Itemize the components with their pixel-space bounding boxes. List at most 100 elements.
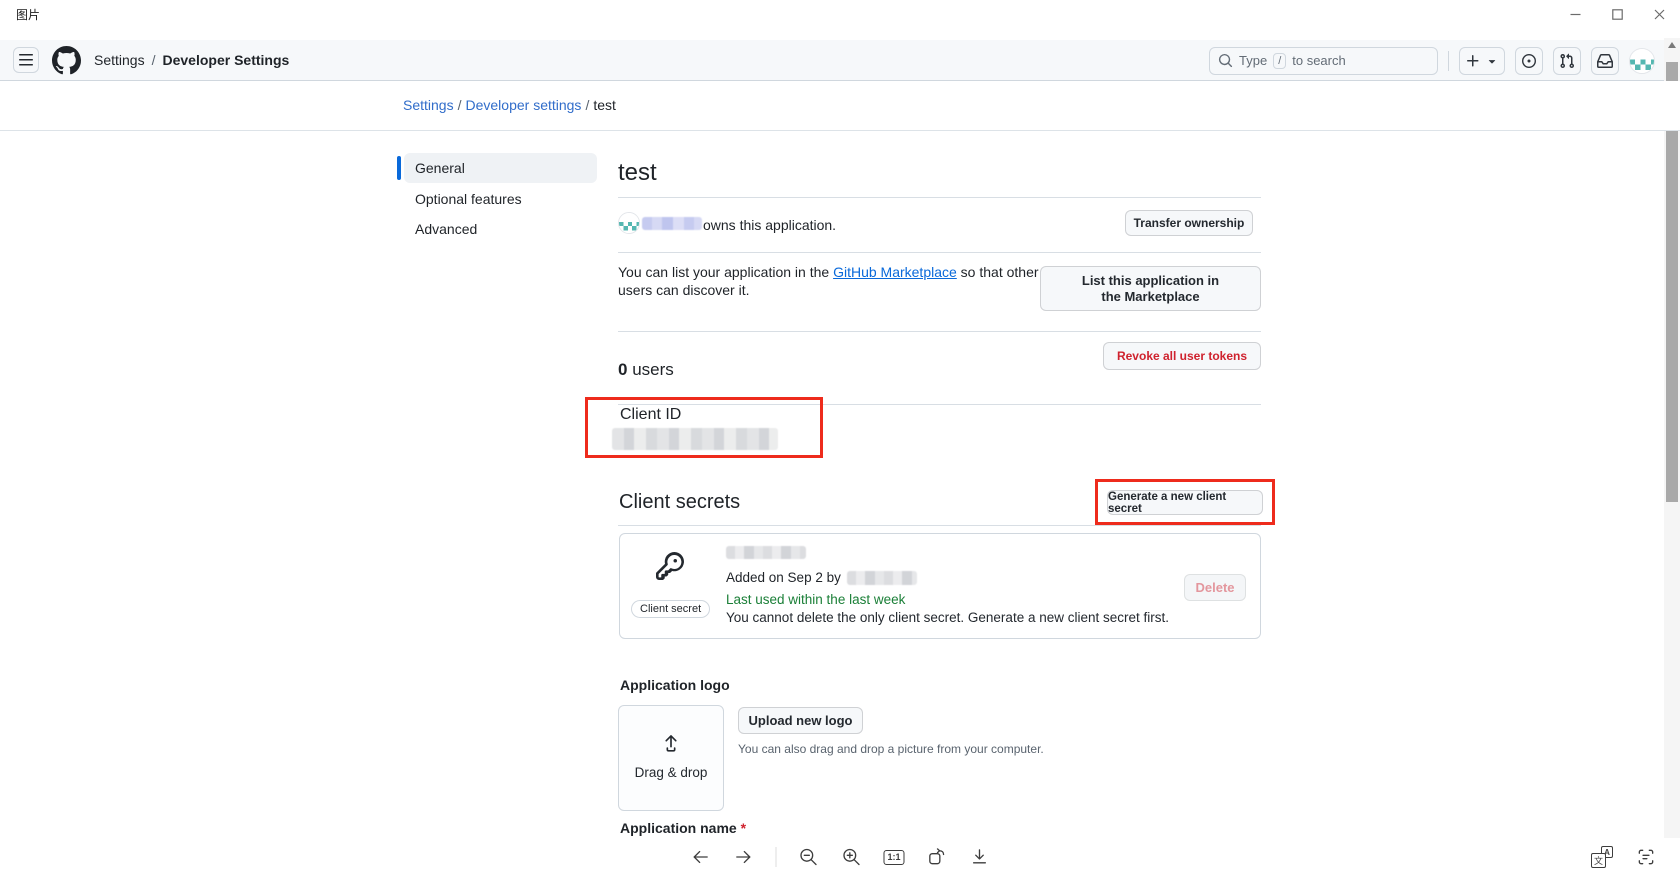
breadcrumb-developer-settings-link[interactable]: Developer settings — [465, 97, 581, 113]
sidebar-item-optional-features[interactable]: Optional features — [397, 184, 597, 214]
zoom-out-button[interactable] — [797, 846, 819, 868]
selected-indicator — [397, 156, 401, 180]
scan-text-icon — [1636, 847, 1656, 867]
divider — [618, 197, 1261, 198]
github-mark-icon — [52, 46, 81, 75]
selected-indicator — [397, 187, 401, 211]
header-breadcrumb: Settings / Developer Settings — [94, 52, 289, 68]
identicon — [619, 213, 640, 234]
marketplace-text: You can list your application in the Git… — [618, 263, 1048, 299]
sidebar-item-general[interactable]: General — [397, 153, 597, 183]
git-pull-request-icon — [1559, 53, 1575, 69]
users-label: users — [627, 360, 673, 379]
client-secret-card: Client secret Added on Sep 2 by Last use… — [619, 533, 1261, 639]
owner-text: owns this application. — [703, 217, 836, 233]
breadcrumb-separator: / — [454, 97, 466, 113]
divider — [618, 331, 1261, 332]
search-placeholder-prefix: Type — [1239, 53, 1267, 68]
secret-delete-note: You cannot delete the only client secret… — [726, 610, 1169, 625]
zoom-in-button[interactable] — [840, 846, 862, 868]
header-breadcrumb-settings[interactable]: Settings — [94, 52, 145, 68]
chevron-down-icon — [1485, 54, 1499, 68]
translate-button[interactable]: A 文 — [1591, 846, 1613, 868]
generate-new-client-secret-button[interactable]: Generate a new client secret — [1107, 490, 1263, 515]
issues-button[interactable] — [1515, 47, 1543, 75]
header-breadcrumb-developer-settings[interactable]: Developer Settings — [162, 52, 289, 68]
application-name-label: Application name * — [620, 820, 746, 836]
slash-keycap: / — [1273, 53, 1286, 69]
previous-image-button[interactable] — [689, 846, 711, 868]
redacted-added-by — [847, 571, 917, 585]
github-logo[interactable] — [52, 46, 81, 75]
image-viewer-window: 图片 Settings / Developer — [0, 0, 1680, 876]
breadcrumb: Settings/Developer settings/test — [403, 97, 616, 113]
divider — [618, 525, 1261, 526]
search-placeholder-suffix: to search — [1292, 53, 1345, 68]
rotate-icon — [927, 847, 947, 867]
list-in-marketplace-button[interactable]: List this application in the Marketplace — [1040, 266, 1261, 311]
inbox-icon — [1597, 53, 1613, 69]
save-download-button[interactable] — [969, 846, 991, 868]
pull-requests-button[interactable] — [1553, 47, 1581, 75]
translate-cjk-icon: 文 — [1591, 853, 1606, 868]
toolbar-divider — [775, 847, 776, 867]
ocr-scan-text-button[interactable] — [1635, 846, 1657, 868]
plus-icon — [1465, 53, 1481, 69]
window-titlebar: 图片 — [0, 0, 1680, 28]
sidebar-item-label: General — [404, 153, 597, 183]
issue-opened-icon — [1521, 53, 1537, 69]
breadcrumb-separator: / — [581, 97, 593, 113]
github-page-screenshot: Settings / Developer Settings Type / to … — [0, 28, 1680, 838]
required-asterisk: * — [741, 820, 746, 836]
key-icon — [656, 552, 684, 580]
client-secret-badge: Client secret — [631, 600, 710, 618]
logo-dropzone[interactable]: Drag & drop — [618, 705, 724, 811]
minimize-icon — [1570, 9, 1581, 20]
added-on-text: Added on Sep 2 by — [726, 570, 841, 585]
inbox-button[interactable] — [1591, 47, 1619, 75]
actual-size-button[interactable]: 1:1 — [883, 850, 904, 865]
sidebar-item-label: Advanced — [404, 214, 597, 244]
scrollbar-up-arrow-icon[interactable] — [1668, 42, 1676, 48]
breadcrumb-settings-link[interactable]: Settings — [403, 97, 454, 113]
upload-new-logo-button[interactable]: Upload new logo — [738, 707, 863, 734]
github-header: Settings / Developer Settings Type / to … — [0, 40, 1680, 81]
close-icon — [1654, 9, 1665, 20]
secret-last-used: Last used within the last week — [726, 592, 905, 607]
breadcrumb-row: Settings/Developer settings/test — [0, 81, 1680, 131]
download-icon — [970, 847, 990, 867]
maximize-button[interactable] — [1596, 0, 1638, 28]
create-new-button[interactable] — [1459, 47, 1505, 75]
header-divider — [1448, 51, 1449, 71]
hamburger-icon — [18, 52, 34, 68]
user-avatar[interactable] — [1629, 48, 1655, 74]
search-input[interactable]: Type / to search — [1209, 47, 1438, 75]
arrow-left-icon — [690, 847, 710, 867]
delete-secret-button[interactable]: Delete — [1184, 574, 1246, 601]
next-image-button[interactable] — [732, 846, 754, 868]
transfer-ownership-button[interactable]: Transfer ownership — [1125, 210, 1253, 236]
breadcrumb-current: test — [593, 97, 616, 113]
client-secrets-heading: Client secrets — [619, 491, 740, 514]
close-button[interactable] — [1638, 0, 1680, 28]
browser-scrollbar[interactable] — [1664, 38, 1680, 838]
hamburger-menu-button[interactable] — [13, 47, 39, 73]
maximize-icon — [1612, 9, 1623, 20]
search-icon — [1218, 53, 1233, 68]
minimize-button[interactable] — [1554, 0, 1596, 28]
upload-helper-text: You can also drag and drop a picture fro… — [738, 742, 1044, 756]
identicon — [1630, 49, 1655, 74]
upload-icon — [660, 731, 682, 755]
rotate-button[interactable] — [926, 846, 948, 868]
breadcrumb-separator: / — [152, 52, 156, 68]
viewer-toolbar: 1:1 A 文 — [0, 838, 1680, 876]
client-id-label: Client ID — [620, 406, 681, 424]
redacted-client-id — [612, 428, 778, 450]
zoom-in-icon — [841, 847, 861, 867]
sidebar-item-advanced[interactable]: Advanced — [397, 214, 597, 244]
secret-added-line: Added on Sep 2 by — [726, 570, 917, 585]
divider — [618, 252, 1261, 253]
sidebar-item-label: Optional features — [404, 184, 597, 214]
github-marketplace-link[interactable]: GitHub Marketplace — [833, 264, 957, 280]
revoke-all-user-tokens-button[interactable]: Revoke all user tokens — [1103, 342, 1261, 370]
